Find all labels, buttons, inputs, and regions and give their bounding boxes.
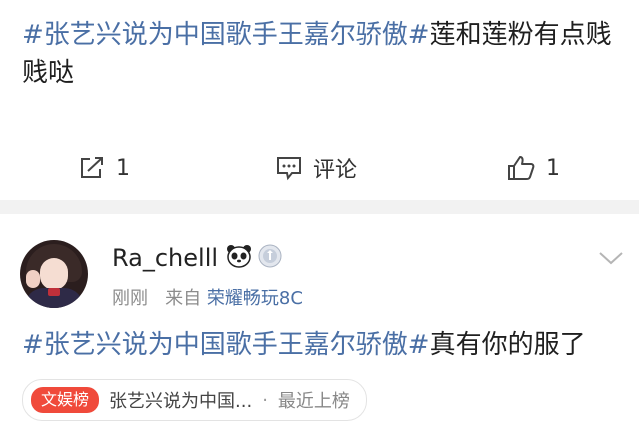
share-count: 1 xyxy=(116,155,130,181)
hot-search-pill[interactable]: 文娱榜 张艺兴说为中国... · 最近上榜 xyxy=(22,379,367,421)
like-count: 1 xyxy=(546,155,560,181)
like-icon xyxy=(508,156,535,180)
post-body: 真有你的服了 xyxy=(429,330,586,360)
hot-title: 张艺兴说为中国... xyxy=(109,391,253,412)
comment-label: 评论 xyxy=(313,158,358,183)
post-card-2: Ra_chelll 刚刚 来自 荣耀畅玩8C #张艺兴说为中国歌手王嘉尔骄傲#真… xyxy=(0,214,639,427)
hot-tag: 文娱榜 xyxy=(31,387,100,413)
post-text: #张艺兴说为中国歌手王嘉尔骄傲#莲和莲粉有点贱贱哒 xyxy=(22,16,622,92)
from-label: 来自 xyxy=(165,288,202,309)
medal-badge-icon xyxy=(258,244,282,268)
panda-emoji-icon xyxy=(227,245,251,268)
post-text: #张艺兴说为中国歌手王嘉尔骄傲#真有你的服了 xyxy=(22,326,622,364)
topic-link[interactable]: #张艺兴说为中国歌手王嘉尔骄傲# xyxy=(22,330,430,360)
post-card-1: #张艺兴说为中国歌手王嘉尔骄傲#莲和莲粉有点贱贱哒 1 评论 1 xyxy=(0,0,639,200)
username[interactable]: Ra_chelll xyxy=(112,244,218,272)
comment-button[interactable]: 评论 xyxy=(275,148,357,188)
topic-link[interactable]: #张艺兴说为中国歌手王嘉尔骄傲# xyxy=(22,20,430,50)
avatar[interactable] xyxy=(20,240,88,308)
comment-icon xyxy=(277,157,301,181)
device-link[interactable]: 荣耀畅玩8C xyxy=(207,288,303,309)
post-time: 刚刚 xyxy=(112,288,148,309)
like-button[interactable]: 1 xyxy=(506,148,560,188)
hot-status: 最近上榜 xyxy=(277,391,350,412)
share-icon xyxy=(81,157,103,178)
user-badges xyxy=(226,244,282,268)
hot-separator: · xyxy=(262,389,268,411)
post-meta: 刚刚 来自 荣耀畅玩8C xyxy=(112,284,303,310)
action-bar: 1 评论 1 xyxy=(0,148,639,188)
chevron-down-icon[interactable] xyxy=(598,250,624,266)
feed-divider xyxy=(0,200,639,214)
share-button[interactable]: 1 xyxy=(78,148,130,188)
